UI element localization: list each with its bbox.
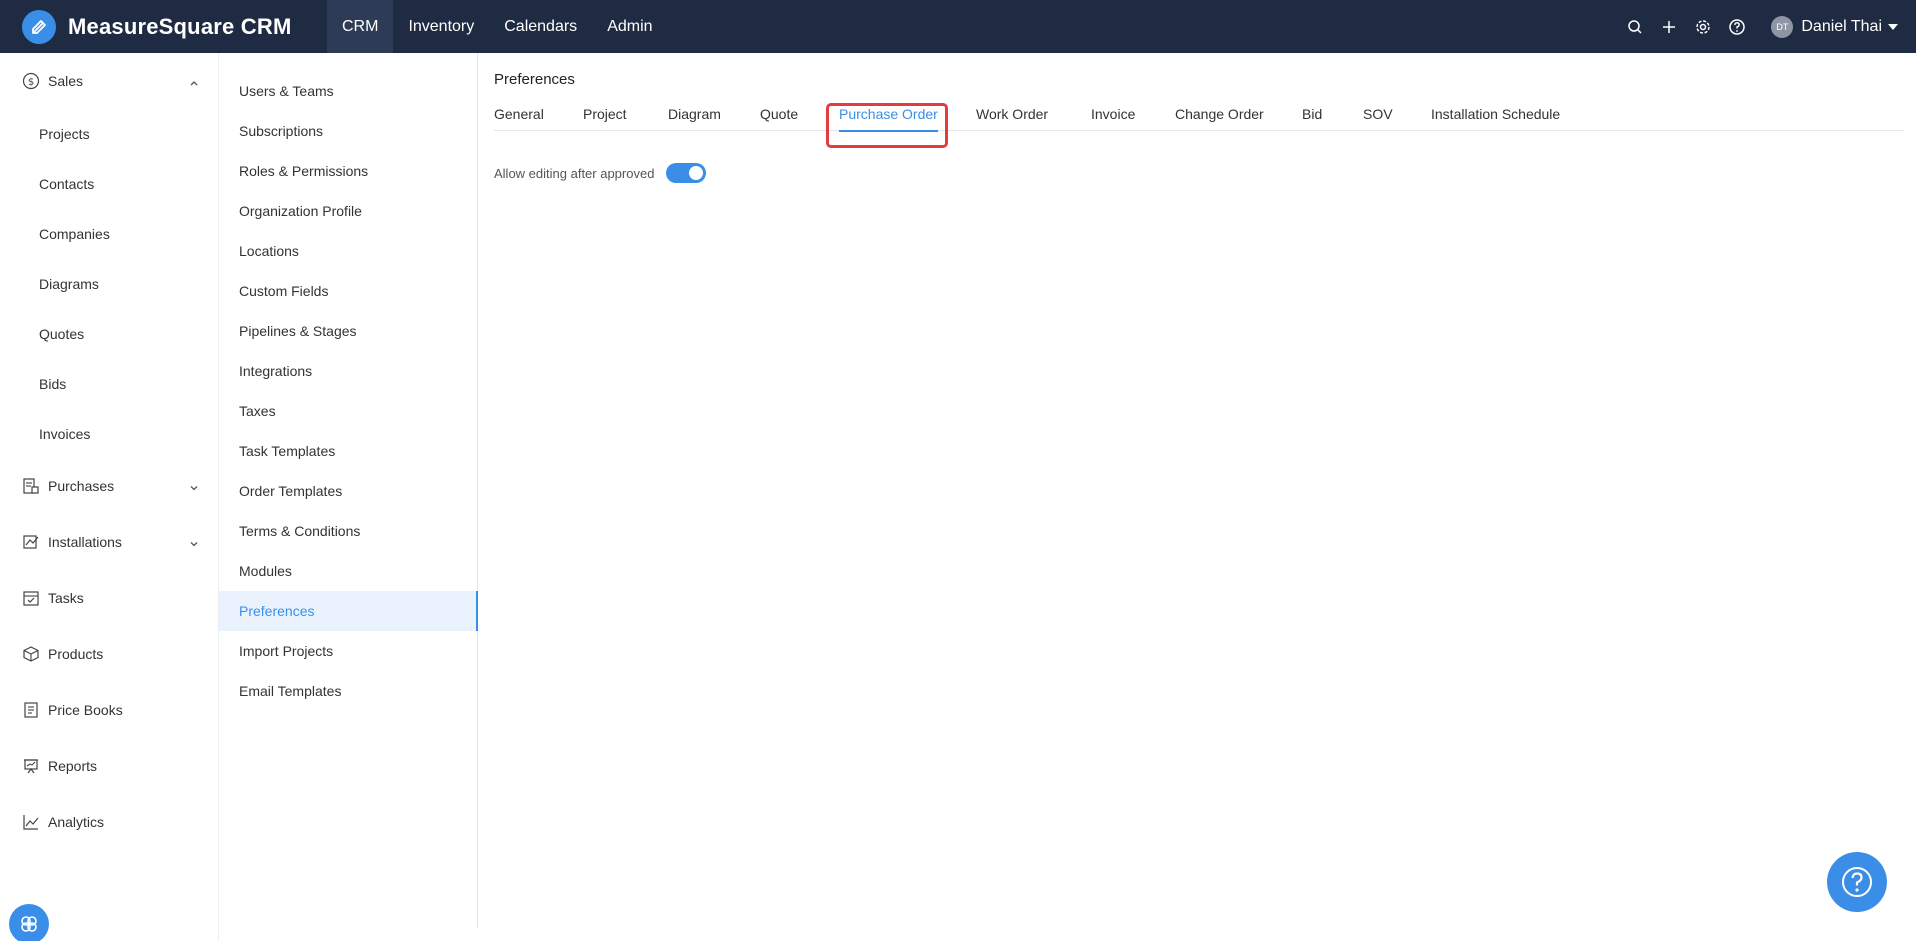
installations-icon	[22, 533, 40, 551]
tab-project[interactable]: Project	[583, 99, 627, 131]
nav-tasks-label: Tasks	[48, 590, 84, 606]
admin-submenu: Users & Teams Subscriptions Roles & Perm…	[219, 53, 478, 928]
dollar-circle-icon: $	[22, 72, 40, 90]
nav-tasks[interactable]: Tasks	[0, 578, 219, 618]
topnav-crm[interactable]: CRM	[327, 0, 394, 53]
left-nav: $ Sales Projects Contacts Companies Diag…	[0, 53, 219, 941]
avatar: DT	[1771, 15, 1794, 38]
purchases-icon	[22, 477, 40, 495]
svg-text:$: $	[28, 77, 34, 88]
submenu-users-teams[interactable]: Users & Teams	[219, 71, 478, 111]
assistant-button[interactable]	[9, 904, 49, 941]
top-actions: DT Daniel Thai	[1611, 0, 1898, 53]
nav-reports-label: Reports	[48, 758, 98, 774]
chevron-up-icon	[189, 75, 199, 91]
tab-purchase-order[interactable]: Purchase Order	[839, 99, 938, 132]
main-content: Preferences General Project Diagram Quot…	[478, 53, 1916, 941]
brand-name: MeasureSquare CRM	[68, 13, 292, 39]
submenu-task-templates[interactable]: Task Templates	[219, 431, 478, 471]
line-chart-icon	[22, 813, 40, 831]
brand[interactable]: MeasureSquare CRM	[0, 0, 327, 53]
user-name: Daniel Thai	[1801, 17, 1882, 35]
submenu-pipelines-stages[interactable]: Pipelines & Stages	[219, 311, 478, 351]
tab-general[interactable]: General	[494, 99, 544, 131]
tab-installation-schedule[interactable]: Installation Schedule	[1431, 99, 1560, 131]
presentation-icon	[22, 757, 40, 775]
toggle-knob	[689, 166, 704, 180]
plus-icon[interactable]	[1659, 17, 1679, 37]
allow-editing-toggle[interactable]	[666, 163, 707, 183]
nav-analytics[interactable]: Analytics	[0, 802, 219, 842]
nav-item-invoices[interactable]: Invoices	[39, 424, 90, 444]
nav-installations-label: Installations	[48, 534, 122, 550]
nav-purchases-label: Purchases	[48, 478, 115, 494]
nav-item-quotes[interactable]: Quotes	[39, 324, 84, 344]
top-nav: CRM Inventory Calendars Admin	[327, 0, 668, 53]
topnav-inventory[interactable]: Inventory	[393, 0, 489, 53]
nav-products-label: Products	[48, 646, 104, 662]
submenu-organization-profile[interactable]: Organization Profile	[219, 191, 478, 231]
search-icon[interactable]	[1625, 17, 1645, 37]
tab-diagram[interactable]: Diagram	[668, 99, 721, 131]
caret-down-icon	[1888, 23, 1898, 30]
nav-installations[interactable]: Installations	[0, 522, 219, 562]
tab-bid[interactable]: Bid	[1302, 99, 1322, 131]
gear-icon[interactable]	[1693, 17, 1713, 37]
tab-sov[interactable]: SOV	[1363, 99, 1393, 131]
tab-invoice[interactable]: Invoice	[1091, 99, 1135, 131]
nav-item-companies[interactable]: Companies	[39, 224, 110, 244]
tab-quote[interactable]: Quote	[760, 99, 798, 131]
submenu-custom-fields[interactable]: Custom Fields	[219, 271, 478, 311]
help-chat-button[interactable]	[1827, 852, 1887, 912]
question-circle-icon	[1842, 867, 1872, 897]
setting-allow-editing: Allow editing after approved	[494, 163, 707, 183]
nav-reports[interactable]: Reports	[0, 746, 219, 786]
submenu-preferences[interactable]: Preferences	[219, 591, 478, 631]
nav-products[interactable]: Products	[0, 634, 219, 674]
nav-item-diagrams[interactable]: Diagrams	[39, 274, 99, 294]
assistant-icon	[21, 916, 37, 932]
preferences-tabs: General Project Diagram Quote Purchase O…	[494, 99, 1904, 132]
nav-purchases[interactable]: Purchases	[0, 466, 219, 506]
nav-sales[interactable]: $ Sales	[0, 61, 219, 101]
setting-label: Allow editing after approved	[494, 165, 655, 181]
submenu-integrations[interactable]: Integrations	[219, 351, 478, 391]
tab-work-order[interactable]: Work Order	[976, 99, 1048, 131]
chevron-down-icon	[189, 480, 199, 496]
nav-price-books-label: Price Books	[48, 702, 123, 718]
nav-analytics-label: Analytics	[48, 814, 105, 830]
submenu-roles-permissions[interactable]: Roles & Permissions	[219, 151, 478, 191]
calendar-check-icon	[22, 589, 40, 607]
submenu-email-templates[interactable]: Email Templates	[219, 671, 478, 711]
nav-item-bids[interactable]: Bids	[39, 374, 66, 394]
user-menu[interactable]: DT Daniel Thai	[1771, 15, 1898, 38]
nav-sales-label: Sales	[48, 73, 84, 89]
page-title: Preferences	[494, 71, 575, 88]
submenu-import-projects[interactable]: Import Projects	[219, 631, 478, 671]
document-icon	[22, 701, 40, 719]
submenu-locations[interactable]: Locations	[219, 231, 478, 271]
submenu-terms-conditions[interactable]: Terms & Conditions	[219, 511, 478, 551]
nav-item-contacts[interactable]: Contacts	[39, 174, 94, 194]
chevron-down-icon	[189, 536, 199, 552]
submenu-order-templates[interactable]: Order Templates	[219, 471, 478, 511]
top-bar: MeasureSquare CRM CRM Inventory Calendar…	[0, 0, 1916, 53]
submenu-taxes[interactable]: Taxes	[219, 391, 478, 431]
topnav-admin[interactable]: Admin	[592, 0, 667, 53]
submenu-modules[interactable]: Modules	[219, 551, 478, 591]
topnav-calendars[interactable]: Calendars	[489, 0, 592, 53]
brand-logo-icon	[22, 9, 56, 44]
help-icon[interactable]	[1727, 17, 1747, 37]
nav-price-books[interactable]: Price Books	[0, 690, 219, 730]
nav-item-projects[interactable]: Projects	[39, 124, 90, 144]
box-icon	[22, 645, 40, 663]
submenu-subscriptions[interactable]: Subscriptions	[219, 111, 478, 151]
tab-change-order[interactable]: Change Order	[1175, 99, 1264, 131]
